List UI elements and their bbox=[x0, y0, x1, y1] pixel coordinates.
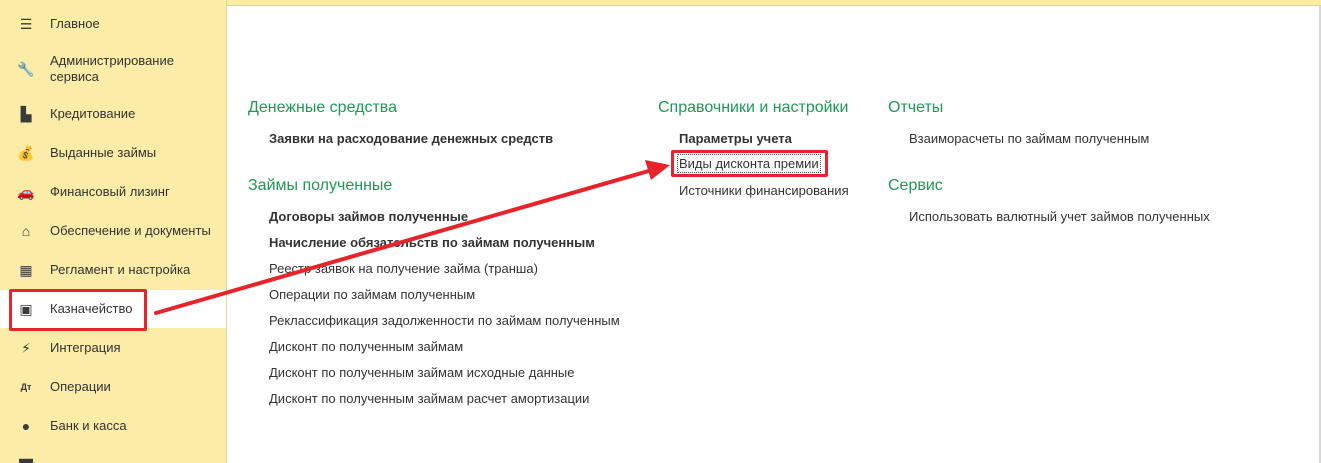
link-funding-sources[interactable]: Источники финансирования bbox=[679, 183, 849, 198]
link-obligations-accrual[interactable]: Начисление обязательств по займам получе… bbox=[269, 235, 595, 250]
money-bag-icon: 💰 bbox=[17, 144, 35, 161]
sidebar-item-label: Выданные займы bbox=[50, 145, 157, 160]
link-expense-requests[interactable]: Заявки на расходование денежных средств bbox=[269, 131, 553, 146]
car-icon: 🚗 bbox=[17, 183, 35, 200]
sidebar-item-settings[interactable]: ▦ Регламент и настройка bbox=[0, 260, 226, 280]
sidebar-item-service-admin[interactable]: 🔧 Администрирование сервиса bbox=[0, 52, 226, 86]
sidebar-item-partial[interactable]: ▬ bbox=[0, 452, 226, 463]
wrench-icon: 🔧 bbox=[17, 60, 35, 77]
coin-icon: ● bbox=[21, 418, 31, 434]
sidebar-item-issued-loans[interactable]: 💰 Выданные займы bbox=[0, 143, 226, 163]
sidebar: ☰ Главное 🔧 Администрирование сервиса ▙ … bbox=[0, 0, 227, 463]
link-discount[interactable]: Дисконт по полученным займам bbox=[269, 339, 463, 354]
dt-kt-icon: Дт bbox=[20, 382, 32, 392]
sidebar-item-lending[interactable]: ▙ Кредитование bbox=[0, 104, 226, 124]
sidebar-item-label: Обеспечение и документы bbox=[50, 223, 211, 238]
sidebar-item-label: Операции bbox=[50, 379, 111, 394]
sidebar-item-label: Банк и касса bbox=[50, 418, 127, 433]
house-icon: ⌂ bbox=[21, 223, 31, 239]
sidebar-item-label: Администрирование сервиса bbox=[50, 53, 174, 84]
sidebar-item-operations[interactable]: Дт Операции bbox=[0, 377, 226, 397]
link-loan-operations[interactable]: Операции по займам полученным bbox=[269, 287, 475, 302]
link-currency-accounting[interactable]: Использовать валютный учет займов получе… bbox=[909, 209, 1210, 224]
document-icon: ▙ bbox=[20, 105, 32, 122]
link-reclassification[interactable]: Реклассификация задолженности по займам … bbox=[269, 313, 620, 328]
link-discount-premium-types[interactable]: Виды дисконта премии bbox=[677, 154, 821, 173]
link-discount-source-data[interactable]: Дисконт по полученным займам исходные да… bbox=[269, 365, 575, 380]
cart-icon: ▬ bbox=[19, 452, 33, 463]
sidebar-item-label: Главное bbox=[50, 16, 100, 31]
sidebar-item-bank-cash[interactable]: ● Банк и касса bbox=[0, 416, 226, 436]
link-loan-contracts[interactable]: Договоры займов полученные bbox=[269, 209, 468, 224]
sidebar-item-collateral[interactable]: ⌂ Обеспечение и документы bbox=[0, 221, 226, 241]
sidebar-item-label: Финансовый лизинг bbox=[50, 184, 170, 199]
link-loan-requests-registry[interactable]: Реестр заявок на получение займа (транша… bbox=[269, 261, 538, 276]
sidebar-item-integration[interactable]: ⚡ Интеграция bbox=[0, 338, 226, 358]
link-discount-amortization[interactable]: Дисконт по полученным займам расчет амор… bbox=[269, 391, 589, 406]
section-title-loans: Займы полученные bbox=[248, 177, 393, 194]
section-title-money: Денежные средства bbox=[248, 99, 397, 116]
menu-icon: ☰ bbox=[19, 15, 33, 32]
link-settlements-report[interactable]: Взаиморасчеты по займам полученным bbox=[909, 131, 1149, 146]
safe-icon: ▣ bbox=[19, 300, 33, 317]
calendar-icon: ▦ bbox=[19, 261, 33, 278]
sidebar-item-label: Кредитование bbox=[50, 106, 136, 121]
sidebar-item-main[interactable]: ☰ Главное bbox=[0, 14, 226, 34]
sidebar-item-leasing[interactable]: 🚗 Финансовый лизинг bbox=[0, 182, 226, 202]
sidebar-item-label: Интеграция bbox=[50, 340, 121, 355]
plug-icon: ⚡ bbox=[21, 339, 31, 356]
sidebar-item-label: Регламент и настройка bbox=[50, 262, 191, 277]
section-title-refs: Справочники и настройки bbox=[658, 99, 849, 116]
section-title-reports: Отчеты bbox=[888, 99, 944, 116]
link-accounting-parameters[interactable]: Параметры учета bbox=[679, 131, 792, 146]
sidebar-item-treasury[interactable]: ▣ Казначейство bbox=[0, 290, 226, 328]
sidebar-item-label: Казначейство bbox=[50, 301, 133, 316]
section-title-service: Сервис bbox=[888, 177, 943, 194]
